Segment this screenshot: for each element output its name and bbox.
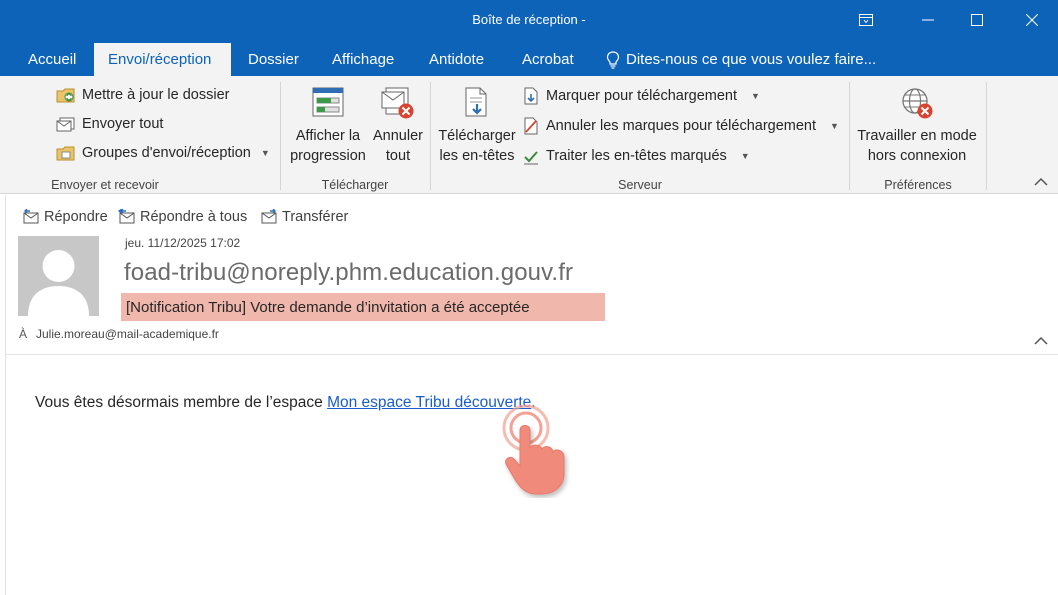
group-label-send-receive: Envoyer et recevoir (51, 178, 159, 192)
chevron-down-icon: ▼ (830, 121, 839, 131)
download-headers-label-2: les en-têtes (439, 148, 515, 164)
collapse-header-icon[interactable] (1032, 333, 1050, 349)
cancel-all-icon (381, 87, 414, 119)
body-text-prefix: Vous êtes désormais membre de l’espace (35, 394, 328, 411)
mark-download-button[interactable]: Marquer pour téléchargement ▼ (522, 85, 760, 107)
cancel-all-label-1: Annuler (373, 128, 423, 144)
cancel-all-label-2: tout (385, 148, 411, 164)
update-folder-icon (56, 88, 75, 103)
person-icon (28, 250, 89, 316)
tab-envoi-reception[interactable]: Envoi/réception (94, 43, 231, 76)
lightbulb-icon (606, 50, 620, 69)
header-divider (6, 354, 1058, 355)
work-offline-label-1: Travailler en mode (857, 128, 977, 144)
work-offline-label-2: hors connexion (867, 148, 967, 164)
chevron-down-icon: ▼ (751, 91, 760, 101)
forward-icon (261, 209, 277, 224)
ribbon-separator (430, 82, 431, 190)
ribbon-separator (986, 82, 987, 190)
tell-me-label: Dites-nous ce que vous voulez faire... (626, 51, 877, 68)
tab-dossier[interactable]: Dossier (234, 43, 313, 76)
chevron-down-icon: ▼ (260, 148, 270, 158)
email-date: jeu. 11/12/2025 17:02 (125, 236, 241, 250)
reply-all-label: Répondre à tous (140, 209, 248, 225)
unmark-download-icon (524, 117, 538, 135)
minimize-icon (922, 19, 934, 21)
send-all-label: Envoyer tout (82, 116, 164, 132)
reading-pane: Répondre Répondre à tous Transférer jeu.… (0, 195, 1058, 595)
update-folder-button[interactable]: Mettre à jour le dossier (56, 84, 229, 106)
send-receive-groups-label: Groupes d'envoi/réception (82, 145, 251, 161)
process-headers-button[interactable]: Traiter les en-têtes marqués ▼ (522, 145, 750, 167)
maximize-icon (971, 14, 983, 26)
show-progress-label-2: progression (290, 148, 366, 164)
ribbon-tabs: Accueil Envoi/réception Dossier Affichag… (0, 40, 1058, 76)
tab-affichage[interactable]: Affichage (318, 43, 408, 76)
globe-offline-icon (902, 88, 933, 119)
group-label-server: Serveur (618, 178, 662, 192)
update-folder-label: Mettre à jour le dossier (82, 87, 230, 103)
cancel-all-button[interactable]: Annuler tout (370, 86, 426, 166)
collapse-ribbon-icon[interactable] (1032, 174, 1050, 190)
reply-all-icon (118, 209, 135, 224)
download-headers-icon (465, 87, 487, 117)
close-button[interactable] (1008, 0, 1056, 40)
email-sender[interactable]: foad-tribu@noreply.phm.education.gouv.fr (124, 259, 573, 287)
hand-pointer-icon (502, 404, 565, 495)
show-progress-button[interactable]: Afficher la progression (286, 86, 370, 166)
forward-button[interactable]: Transférer (260, 209, 348, 225)
send-receive-groups-icon (56, 146, 75, 161)
tab-accueil[interactable]: Accueil (14, 43, 90, 76)
minimize-button[interactable] (904, 0, 952, 40)
ribbon-display-icon (859, 14, 873, 26)
ribbon: Mettre à jour le dossier Envoyer tout Gr… (0, 76, 1058, 194)
maximize-button[interactable] (953, 0, 1001, 40)
mark-download-icon (524, 87, 538, 105)
avatar (18, 236, 99, 316)
tab-antidote[interactable]: Antidote (415, 43, 498, 76)
reply-button[interactable]: Répondre (22, 209, 108, 225)
tab-acrobat[interactable]: Acrobat (508, 43, 588, 76)
process-headers-label: Traiter les en-têtes marqués (546, 148, 727, 164)
send-all-icon (56, 117, 75, 132)
email-body: Vous êtes désormais membre de l’espace M… (35, 394, 536, 412)
check-icon (524, 151, 538, 165)
show-progress-label-1: Afficher la (295, 128, 361, 144)
send-receive-groups-button[interactable]: Groupes d'envoi/réception ▼ (56, 142, 270, 164)
forward-label: Transférer (282, 209, 349, 225)
work-offline-button[interactable]: Travailler en mode hors connexion (852, 86, 982, 166)
chevron-down-icon: ▼ (740, 151, 750, 161)
window-title: Boîte de réception - (472, 12, 586, 27)
reply-icon (23, 209, 39, 224)
email-recipient[interactable]: Julie.moreau@mail-academique.fr (36, 327, 219, 341)
group-label-preferences: Préférences (884, 178, 952, 192)
mark-download-label: Marquer pour téléchargement (546, 88, 738, 104)
ribbon-separator (280, 82, 281, 190)
tell-me-search[interactable]: Dites-nous ce que vous voulez faire... (606, 43, 876, 76)
show-progress-icon (312, 87, 344, 117)
download-headers-button[interactable]: Télécharger les en-têtes (436, 86, 518, 166)
reply-label: Répondre (44, 209, 108, 225)
ribbon-separator (849, 82, 850, 190)
send-all-button[interactable]: Envoyer tout (56, 113, 163, 135)
group-label-download: Télécharger (321, 178, 389, 192)
download-headers-label-1: Télécharger (438, 128, 516, 144)
close-icon (1026, 14, 1038, 26)
ribbon-display-options-button[interactable] (842, 0, 890, 40)
to-label: À (19, 327, 28, 341)
pane-divider (5, 195, 6, 595)
reply-all-button[interactable]: Répondre à tous (118, 209, 247, 225)
unmark-download-label: Annuler les marques pour téléchargement (546, 118, 817, 134)
unmark-download-button[interactable]: Annuler les marques pour téléchargement … (522, 115, 839, 137)
email-subject: [Notification Tribu] Votre demande d’inv… (126, 299, 530, 316)
title-bar: Boîte de réception - (0, 0, 1058, 40)
